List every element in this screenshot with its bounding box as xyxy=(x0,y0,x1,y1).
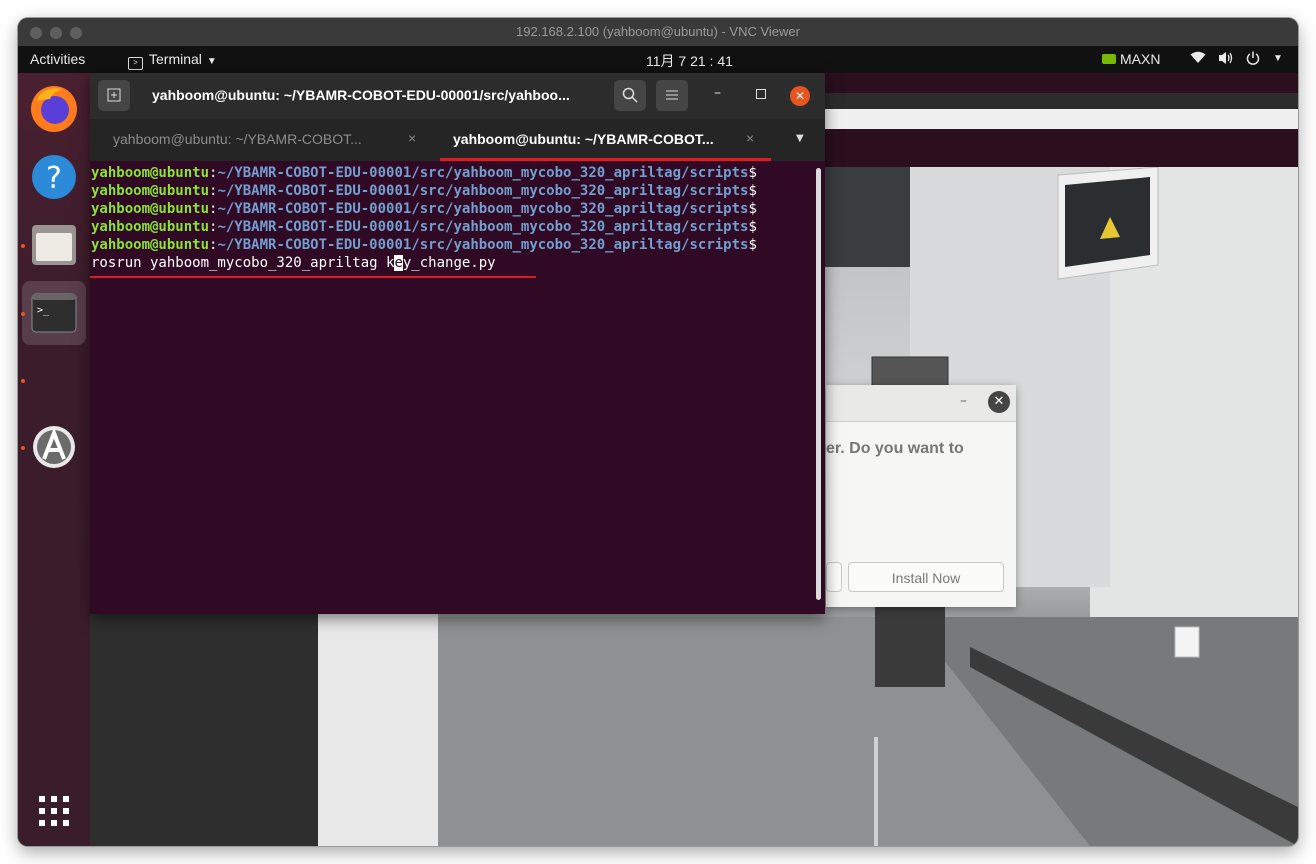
files-running-indicator xyxy=(21,244,25,248)
prompt-line: yahboom@ubuntu:~/YBAMR-COBOT-EDU-00001/s… xyxy=(91,236,757,254)
install-now-button[interactable]: Install Now xyxy=(848,562,1004,592)
hamburger-icon xyxy=(666,90,678,100)
terminal-icon: >_ xyxy=(31,293,77,333)
prompt-line: yahboom@ubuntu:~/YBAMR-COBOT-EDU-00001/s… xyxy=(91,182,757,200)
minimize-icon[interactable]: – xyxy=(960,393,967,409)
clock[interactable]: 11月 7 21 : 41 xyxy=(646,51,733,71)
software-running-indicator xyxy=(21,446,25,450)
files-icon xyxy=(32,225,76,265)
new-tab-button[interactable] xyxy=(98,80,130,111)
dialog-header: – ✕ xyxy=(826,385,1016,422)
prompt-dollar: $ xyxy=(748,165,757,181)
prompt-dollar: $ xyxy=(748,237,757,253)
vnc-viewer-window: 192.168.2.100 (yahboom@ubuntu) - VNC Vie… xyxy=(18,18,1298,846)
terminal-tab-2[interactable]: yahboom@ubuntu: ~/YBAMR-COBOT... × xyxy=(440,119,771,161)
prompt-user: yahboom@ubuntu xyxy=(91,165,210,181)
prompt-line: yahboom@ubuntu:~/YBAMR-COBOT-EDU-00001/s… xyxy=(91,218,757,236)
menu-button[interactable] xyxy=(656,80,688,111)
dialog-message: er. Do you want to xyxy=(826,440,964,457)
terminal-tab-1[interactable]: yahboom@ubuntu: ~/YBAMR-COBOT... × xyxy=(90,119,438,161)
prompt-dollar: $ xyxy=(748,219,757,235)
tab-2-close-icon[interactable]: × xyxy=(746,130,754,146)
software-icon xyxy=(33,426,75,468)
new-tab-icon xyxy=(107,88,121,102)
command-text-before-cursor: rosrun yahboom_mycobo_320_apriltag k xyxy=(91,255,395,271)
dialog-secondary-button[interactable] xyxy=(826,562,842,592)
text-cursor: e xyxy=(394,255,403,271)
gpu-mode-label: MAXN xyxy=(1120,51,1161,67)
running-indicator xyxy=(21,379,25,383)
command-line[interactable]: rosrun yahboom_mycobo_320_apriltag key_c… xyxy=(91,254,496,272)
ubuntu-desktop: – ✕ er. Do you want to Install Now Activ… xyxy=(18,46,1298,846)
software-launcher[interactable] xyxy=(22,415,86,479)
prompt-path: ~/YBAMR-COBOT-EDU-00001/src/yahboom_myco… xyxy=(217,165,749,181)
power-icon[interactable] xyxy=(1246,51,1260,68)
tab-list-chevron-icon[interactable]: ▼ xyxy=(796,133,804,144)
prompt-path: ~/YBAMR-COBOT-EDU-00001/src/yahboom_myco… xyxy=(217,237,749,253)
dock: ? >_ xyxy=(18,73,90,846)
nvidia-icon xyxy=(1102,54,1116,64)
search-button[interactable] xyxy=(614,80,646,111)
tab-1-label: yahboom@ubuntu: ~/YBAMR-COBOT... xyxy=(113,131,362,147)
vnc-titlebar: 192.168.2.100 (yahboom@ubuntu) - VNC Vie… xyxy=(18,18,1298,47)
gnome-top-bar: Activities > Terminal ▼ 11月 7 21 : 41 MAXN… xyxy=(18,46,1298,73)
wifi-icon[interactable] xyxy=(1190,51,1206,67)
terminal-running-indicator xyxy=(21,312,25,316)
files-launcher[interactable] xyxy=(22,213,86,277)
chevron-down-icon: ▼ xyxy=(206,56,217,67)
app-menu-label: Terminal xyxy=(149,51,202,67)
terminal-output[interactable]: yahboom@ubuntu:~/YBAMR-COBOT-EDU-00001/s… xyxy=(90,161,825,614)
software-updater-dialog: – ✕ er. Do you want to Install Now xyxy=(826,385,1016,607)
command-text-after-cursor: y_change.py xyxy=(402,255,496,271)
minimize-icon[interactable]: – xyxy=(714,85,721,101)
terminal-scrollbar[interactable] xyxy=(816,168,821,600)
maximize-icon[interactable] xyxy=(756,89,766,99)
vnc-window-title: 192.168.2.100 (yahboom@ubuntu) - VNC Vie… xyxy=(516,24,800,39)
app-menu[interactable]: > Terminal ▼ xyxy=(128,51,217,70)
volume-icon[interactable] xyxy=(1218,51,1234,68)
terminal-window: yahboom@ubuntu: ~/YBAMR-COBOT-EDU-00001/… xyxy=(90,73,825,614)
search-icon xyxy=(622,87,638,103)
background-window-toolbar xyxy=(824,109,1298,129)
gpu-mode-indicator[interactable]: MAXN xyxy=(1102,51,1160,67)
prompt-dollar: $ xyxy=(748,183,757,199)
app-grid-icon xyxy=(39,796,69,826)
prompt-path: ~/YBAMR-COBOT-EDU-00001/src/yahboom_myco… xyxy=(217,183,749,199)
dialog-close-icon[interactable]: ✕ xyxy=(988,391,1010,413)
terminal-title: yahboom@ubuntu: ~/YBAMR-COBOT-EDU-00001/… xyxy=(152,87,570,103)
prompt-user: yahboom@ubuntu xyxy=(91,219,210,235)
tab-2-label: yahboom@ubuntu: ~/YBAMR-COBOT... xyxy=(453,131,714,147)
firefox-launcher[interactable] xyxy=(22,77,86,141)
prompt-user: yahboom@ubuntu xyxy=(91,183,210,199)
svg-text:?: ? xyxy=(46,161,62,196)
firefox-icon xyxy=(31,86,77,132)
help-icon: ? xyxy=(32,155,76,199)
show-applications-button[interactable] xyxy=(22,779,86,843)
prompt-dollar: $ xyxy=(748,201,757,217)
terminal-small-icon: > xyxy=(128,57,143,70)
prompt-user: yahboom@ubuntu xyxy=(91,201,210,217)
help-launcher[interactable]: ? xyxy=(22,145,86,209)
background-window-tabbar xyxy=(824,93,1298,109)
prompt-line: yahboom@ubuntu:~/YBAMR-COBOT-EDU-00001/s… xyxy=(91,200,757,218)
system-menu-chevron-icon[interactable]: ▼ xyxy=(1273,53,1283,64)
terminal-headerbar: yahboom@ubuntu: ~/YBAMR-COBOT-EDU-00001/… xyxy=(90,73,825,119)
terminal-tabbar: yahboom@ubuntu: ~/YBAMR-COBOT... × yahbo… xyxy=(90,119,825,161)
tab-1-close-icon[interactable]: × xyxy=(408,130,416,146)
prompt-line: yahboom@ubuntu:~/YBAMR-COBOT-EDU-00001/s… xyxy=(91,164,757,182)
svg-text:>_: >_ xyxy=(37,305,50,316)
close-icon[interactable]: ✕ xyxy=(790,86,810,106)
prompt-path: ~/YBAMR-COBOT-EDU-00001/src/yahboom_myco… xyxy=(217,219,749,235)
command-red-underline xyxy=(90,276,536,278)
prompt-path: ~/YBAMR-COBOT-EDU-00001/src/yahboom_myco… xyxy=(217,201,749,217)
prompt-user: yahboom@ubuntu xyxy=(91,237,210,253)
activities-button[interactable]: Activities xyxy=(30,51,85,67)
terminal-launcher[interactable]: >_ xyxy=(22,281,86,345)
